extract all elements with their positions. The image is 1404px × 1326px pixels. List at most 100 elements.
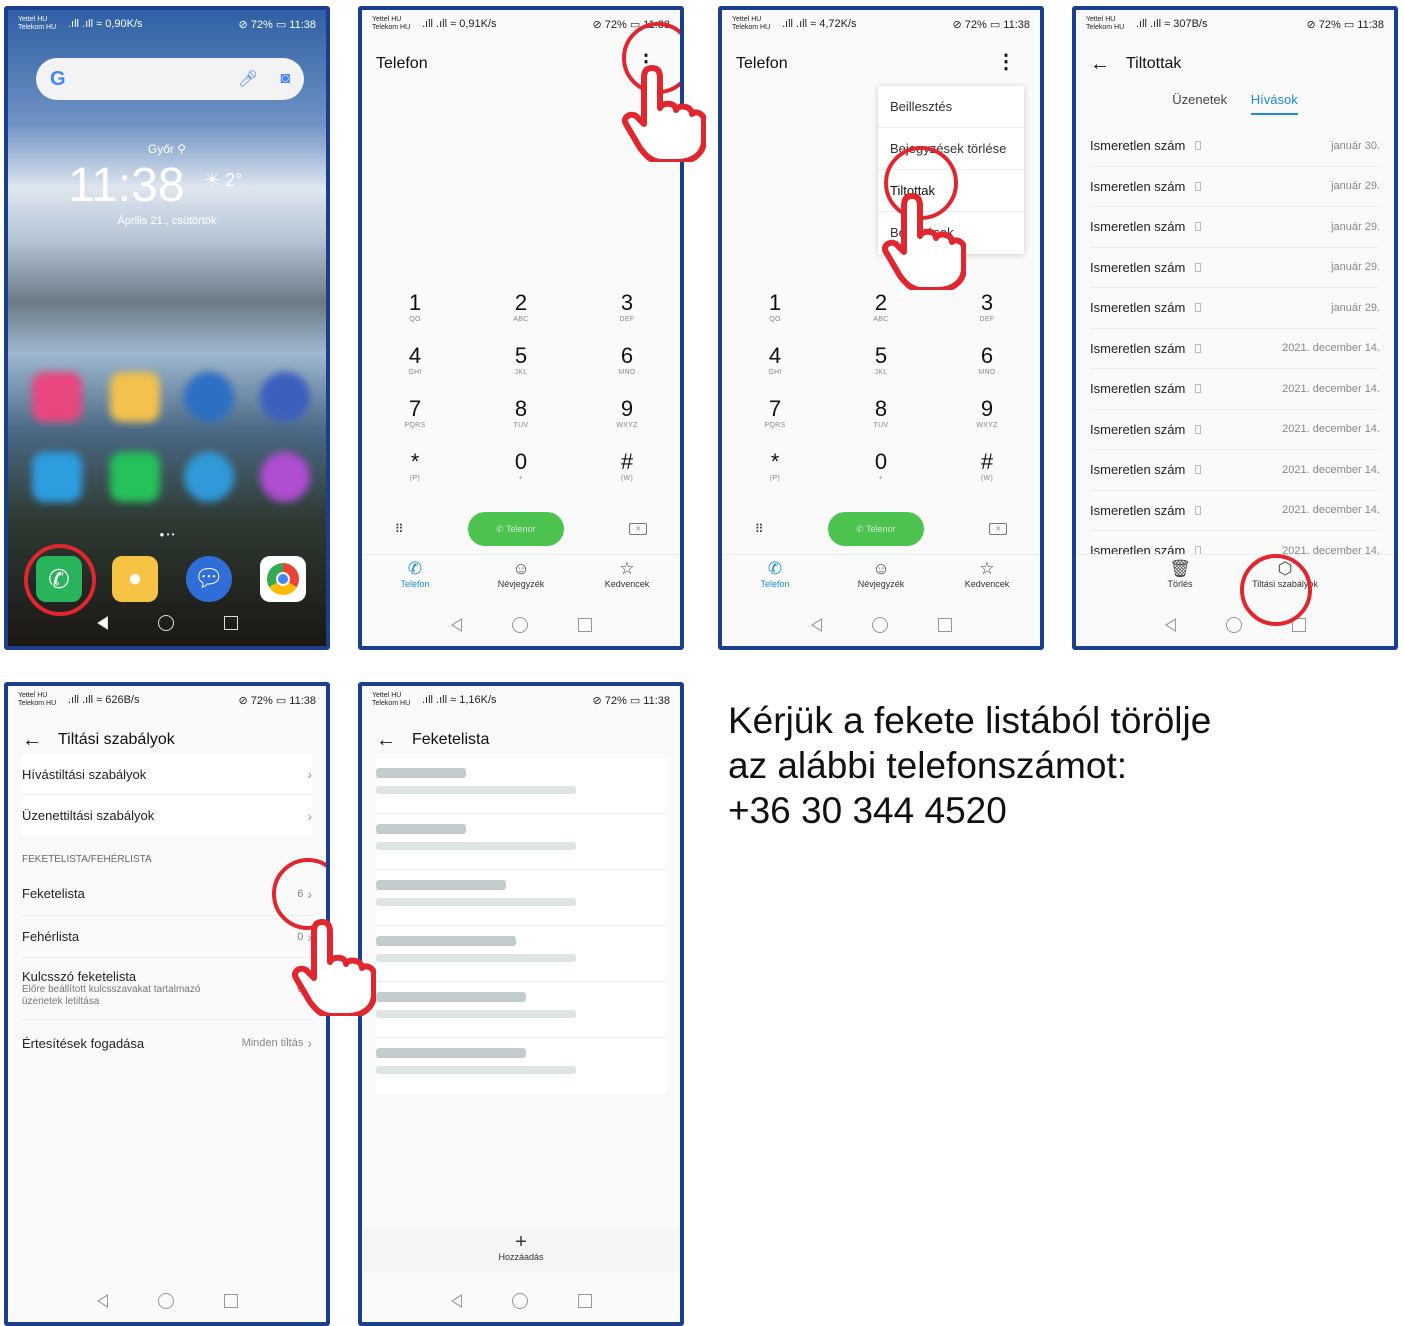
home-nav-icon[interactable] — [871, 617, 888, 633]
tab-telefon[interactable]: ✆ Telefon — [722, 555, 828, 596]
back-nav-icon[interactable] — [1164, 618, 1176, 632]
dial-key[interactable]: 2 ABC — [828, 290, 934, 343]
tab-messages[interactable]: Üzenetek — [1172, 92, 1227, 113]
back-arrow-icon[interactable]: ← — [22, 730, 42, 750]
whitelist-row[interactable]: Fehérlista 0 › — [22, 916, 312, 958]
table-row[interactable]: Ismeretlen szám január 29. — [1090, 167, 1380, 207]
dial-key[interactable]: 6 MNO — [574, 343, 680, 396]
battery-time: ⊘ 72% ▭ 11:38 — [952, 19, 1030, 31]
back-nav-icon[interactable] — [96, 616, 108, 630]
call-button[interactable]: ✆ Telenor — [467, 512, 564, 546]
table-row[interactable]: Ismeretlen szám január 29. — [1090, 248, 1380, 288]
delete-button[interactable]: 🗑︎ Törlés — [1145, 555, 1215, 596]
backspace-icon[interactable]: × — [989, 523, 1008, 535]
list-item[interactable] — [376, 1038, 666, 1094]
message-block-rules[interactable]: Üzenettiltási szabályok › — [22, 795, 312, 836]
messages-app-icon[interactable]: 💬︎ — [186, 556, 232, 602]
dialpad-toggle-icon[interactable]: ⠿ — [395, 522, 404, 536]
dial-key[interactable]: # (W) — [934, 449, 1040, 502]
list-item[interactable] — [376, 870, 666, 926]
add-button[interactable]: + Hozzáadás — [362, 1228, 680, 1272]
contacts-app-icon[interactable]: ● — [112, 556, 158, 602]
back-nav-icon[interactable] — [96, 1294, 108, 1308]
home-nav-icon[interactable] — [157, 615, 174, 631]
dial-key[interactable]: 5 JKL — [468, 343, 574, 396]
notifications-row[interactable]: Értesítések fogadása Minden tiltás › — [22, 1020, 312, 1066]
recents-nav-icon[interactable] — [223, 1294, 238, 1308]
dial-key[interactable]: 7 PQRS — [362, 396, 468, 449]
dial-key[interactable]: 2 ABC — [468, 290, 574, 343]
tab-bar: Üzenetek Hívások — [1076, 92, 1394, 115]
tab-kedvencek[interactable]: ☆ Kedvencek — [574, 555, 680, 596]
dial-key[interactable]: 3 DEF — [934, 290, 1040, 343]
backspace-icon[interactable]: × — [629, 523, 648, 535]
dialpad: 1 QO 2 ABC 3 DEF 4 GHI 5 JKL 6 MNO 7 PQRS 8 TUV 9 WXYZ * (P… — [722, 290, 1040, 554]
screen-menu: Yettel HU Telekom HU .ıll .ıll ≈ 4,72K/s … — [718, 6, 1044, 650]
dial-key[interactable]: # (W) — [574, 449, 680, 502]
dial-key[interactable]: 8 TUV — [468, 396, 574, 449]
dial-key[interactable]: 1 QO — [362, 290, 468, 343]
keyword-blacklist-row[interactable]: Kulcsszó feketelista Előre beállított kul… — [22, 958, 312, 1020]
list-item[interactable] — [376, 926, 666, 982]
dial-key[interactable]: * (P) — [362, 449, 468, 502]
dial-key[interactable]: 3 DEF — [574, 290, 680, 343]
pointer-hand-icon — [292, 919, 376, 1016]
dial-key[interactable]: 0 + — [468, 449, 574, 502]
tab-telefon[interactable]: ✆ Telefon — [362, 555, 468, 596]
call-block-rules[interactable]: Hívástiltási szabályok › — [22, 754, 312, 795]
recents-nav-icon[interactable] — [223, 616, 238, 630]
home-nav-icon[interactable] — [511, 1293, 528, 1309]
home-nav-icon[interactable] — [1225, 617, 1242, 633]
dial-key[interactable]: 9 WXYZ — [574, 396, 680, 449]
status-bar: Yettel HU Telekom HU .ıll .ıll ≈ 626B/s ⊘… — [8, 686, 326, 720]
tab-nevjegyzek[interactable]: ☺ Névjegyzék — [468, 555, 574, 596]
back-arrow-icon[interactable]: ← — [376, 730, 396, 750]
page-dots: ● • • — [159, 530, 175, 539]
menu-item-paste[interactable]: Beillesztés — [878, 86, 1024, 128]
home-nav-icon[interactable] — [157, 1293, 174, 1309]
dial-key[interactable]: 0 + — [828, 449, 934, 502]
google-search-bar[interactable]: G 🎤︎ ◙ — [36, 58, 304, 100]
back-nav-icon[interactable] — [810, 618, 822, 632]
tab-kedvencek[interactable]: ☆ Kedvencek — [934, 555, 1040, 596]
instruction-line: az alábbi telefonszámot: — [728, 745, 1128, 786]
dial-key[interactable]: 4 GHI — [362, 343, 468, 396]
table-row[interactable]: Ismeretlen szám január 29. — [1090, 288, 1380, 329]
blacklist-row[interactable]: Feketelista 6 › — [22, 872, 312, 916]
back-arrow-icon[interactable]: ← — [1090, 54, 1110, 74]
table-row[interactable]: Ismeretlen szám 2021. december 14. — [1090, 369, 1380, 410]
recents-nav-icon[interactable] — [937, 618, 952, 632]
call-button[interactable]: ✆ Telenor — [827, 512, 924, 546]
lens-icon[interactable]: ◙ — [280, 70, 290, 88]
dial-key[interactable]: 5 JKL — [828, 343, 934, 396]
table-row[interactable]: Ismeretlen szám január 29. — [1090, 207, 1380, 248]
list-item[interactable] — [376, 758, 666, 814]
dial-key[interactable]: 1 QO — [722, 290, 828, 343]
dial-key[interactable]: 7 PQRS — [722, 396, 828, 449]
dial-key[interactable]: 4 GHI — [722, 343, 828, 396]
system-nav — [722, 612, 1040, 638]
table-row[interactable]: Ismeretlen szám január 30. — [1090, 126, 1380, 167]
trash-icon: 🗑︎ — [1169, 559, 1191, 578]
dialpad-toggle-icon[interactable]: ⠿ — [755, 522, 764, 536]
recents-nav-icon[interactable] — [577, 1294, 592, 1308]
recents-nav-icon[interactable] — [577, 618, 592, 632]
table-row[interactable]: Ismeretlen szám 2021. december 14. — [1090, 410, 1380, 450]
mic-icon[interactable]: 🎤︎ — [238, 69, 258, 89]
tab-calls[interactable]: Hívások — [1250, 92, 1298, 115]
dial-key[interactable]: 9 WXYZ — [934, 396, 1040, 449]
list-item[interactable] — [376, 982, 666, 1038]
table-row[interactable]: Ismeretlen szám 2021. december 14. — [1090, 491, 1380, 531]
dial-key[interactable]: 6 MNO — [934, 343, 1040, 396]
table-row[interactable]: Ismeretlen szám 2021. december 14. — [1090, 450, 1380, 491]
back-nav-icon[interactable] — [450, 618, 462, 632]
tab-nevjegyzek[interactable]: ☺ Névjegyzék — [828, 555, 934, 596]
table-row[interactable]: Ismeretlen szám 2021. december 14. — [1090, 329, 1380, 369]
more-options-icon[interactable]: ⋮ — [996, 52, 1016, 72]
back-nav-icon[interactable] — [450, 1294, 462, 1308]
home-nav-icon[interactable] — [511, 617, 528, 633]
dial-key[interactable]: * (P) — [722, 449, 828, 502]
list-item[interactable] — [376, 814, 666, 870]
dial-key[interactable]: 8 TUV — [828, 396, 934, 449]
chrome-app-icon[interactable] — [260, 556, 306, 602]
